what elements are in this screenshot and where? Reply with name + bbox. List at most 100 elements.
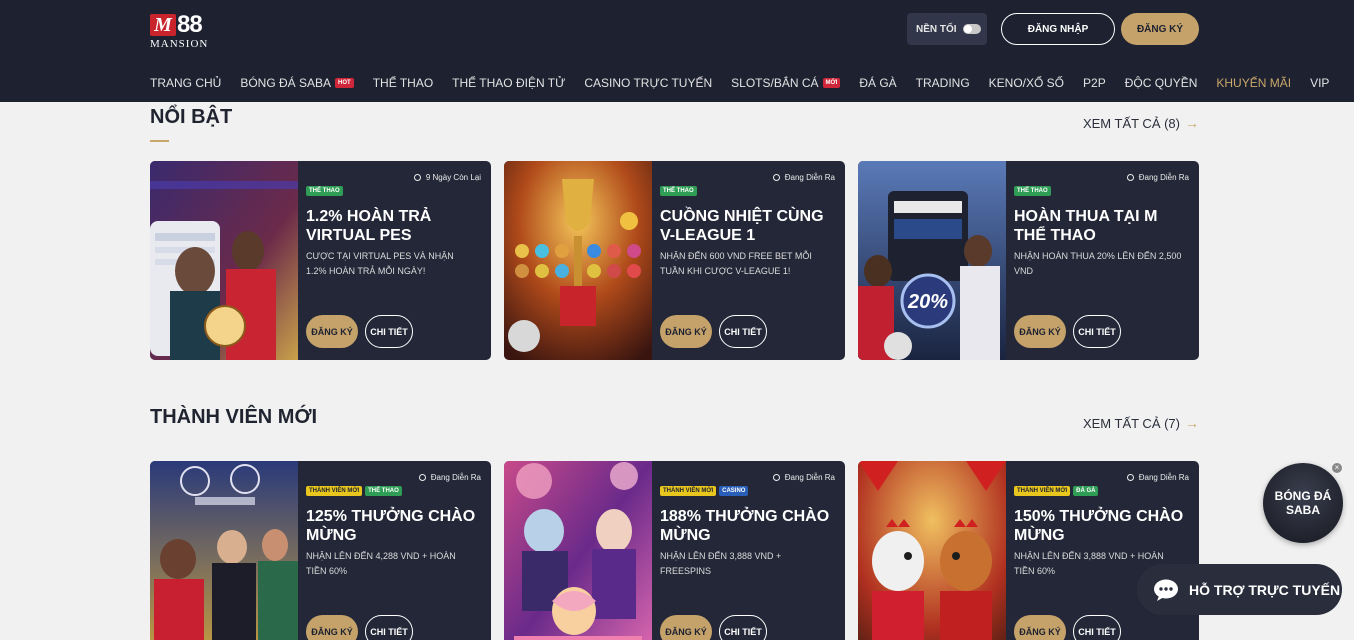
clock-icon <box>413 174 421 181</box>
promo-description: NHẬN LÊN ĐẾN 4,288 VND + HOÀN TIỀN 60% <box>306 551 456 576</box>
nav-item-promotions[interactable]: KHUYẾN MÃI <box>1216 76 1291 90</box>
nav-label: CASINO TRỰC TUYẾN <box>584 76 713 90</box>
featured-view-all-link[interactable]: XEM TẤT CẢ (8) → <box>1083 115 1199 131</box>
promo-description: NHẬN HOÀN THUA 20% LÊN ĐẾN 2,500 VND <box>1014 251 1182 276</box>
nav-item-cockfight[interactable]: ĐÁ GÀ <box>859 76 896 90</box>
promo-image-casino-welcome <box>504 461 652 640</box>
new-members-section-title: THÀNH VIÊN MỚI <box>150 406 318 428</box>
nav-label: ĐÁ GÀ <box>859 76 897 90</box>
promo-register-button[interactable]: ĐĂNG KÝ <box>660 315 712 348</box>
twenty-percent-text: 20% <box>907 291 948 313</box>
support-label: HỖ TRỢ TRỰC TUYẾN <box>1189 581 1341 598</box>
nav-label: THỂ THAO <box>372 76 434 90</box>
saba-float-button[interactable]: BÓNG ĐÁ SABA <box>1263 463 1343 543</box>
promo-image-m-sports-cashback: 20% <box>858 161 1006 360</box>
nav-item-keno[interactable]: KENO/XỔ SỐ <box>989 76 1064 90</box>
nav-label: ĐỘC QUYỀN <box>1124 76 1198 90</box>
close-icon[interactable]: × <box>1332 463 1342 473</box>
arrow-right-icon: → <box>1185 415 1199 431</box>
nav-label: BÓNG ĐÁ SABA <box>240 76 332 90</box>
status-text: Đang Diễn Ra <box>1138 473 1189 482</box>
tag-casino: CASINO <box>719 486 749 496</box>
login-button[interactable]: ĐĂNG NHẬP <box>1001 13 1115 45</box>
nav-item-slots[interactable]: SLOTS/BẮN CÁ MỚI <box>731 76 841 90</box>
promo-card[interactable]: 20% Đang Diễn Ra THỂ THAO HOÀN THUA TẠI … <box>858 161 1199 360</box>
dark-mode-toggle[interactable]: NỀN TỐI <box>907 13 987 45</box>
status-indicator: Đang Diễn Ra <box>772 173 835 182</box>
promo-image-cockfight-welcome <box>858 461 1006 640</box>
tag-cockfight: ĐÁ GÀ <box>1073 486 1099 496</box>
status-text: 9 Ngày Còn Lại <box>425 173 481 182</box>
status-text: Đang Diễn Ra <box>430 473 481 482</box>
promo-register-button[interactable]: ĐĂNG KÝ <box>660 615 712 640</box>
promo-card[interactable]: Đang Diễn Ra THÀNH VIÊN MỚI CASINO 188% … <box>504 461 845 640</box>
tag-sports: THỂ THAO <box>1014 186 1051 196</box>
nav-item-casino[interactable]: CASINO TRỰC TUYẾN <box>584 76 712 90</box>
arrow-right-icon: → <box>1185 115 1199 131</box>
nav-label: TRADING <box>915 76 970 90</box>
register-button[interactable]: ĐĂNG KÝ <box>1121 13 1199 45</box>
new-badge: MỚI <box>822 78 841 88</box>
m88-logo[interactable]: M 88 MANSION <box>150 11 216 52</box>
promo-register-button[interactable]: ĐĂNG KÝ <box>1014 315 1066 348</box>
nav-label: KHUYẾN MÃI <box>1216 76 1292 90</box>
status-indicator: Đang Diễn Ra <box>418 473 481 482</box>
nav-label: THỂ THAO ĐIỆN TỬ <box>452 76 566 90</box>
promo-card[interactable]: 9 Ngày Còn Lại THỂ THAO 1.2% HOÀN TRẢ VI… <box>150 161 491 360</box>
promo-register-button[interactable]: ĐĂNG KÝ <box>306 615 358 640</box>
status-indicator: Đang Diễn Ra <box>1126 173 1189 182</box>
nav-item-p2p[interactable]: P2P <box>1083 76 1106 90</box>
nav-label: KENO/XỔ SỐ <box>988 76 1065 90</box>
nav-item-exclusive[interactable]: ĐỘC QUYỀN <box>1125 76 1198 90</box>
promo-card[interactable]: Đang Diễn Ra THỂ THAO CUỒNG NHIỆT CÙNG V… <box>504 161 845 360</box>
promo-card[interactable]: Đang Diễn Ra THÀNH VIÊN MỚI THỂ THAO 125… <box>150 461 491 640</box>
tag-sports: THỂ THAO <box>660 186 697 196</box>
new-members-view-all-link[interactable]: XEM TẤT CẢ (7) → <box>1083 415 1199 431</box>
clock-icon <box>772 474 780 481</box>
nav-label: P2P <box>1083 76 1106 90</box>
promo-title: 150% THƯỞNG CHÀO MỪNG <box>1014 508 1184 544</box>
promo-card[interactable]: Đang Diễn Ra THÀNH VIÊN MỚI ĐÁ GÀ 150% T… <box>858 461 1199 640</box>
promo-title: 125% THƯỞNG CHÀO MỪNG <box>306 508 476 544</box>
promo-title: CUỒNG NHIỆT CÙNG V-LEAGUE 1 <box>660 208 824 244</box>
promo-description: CƯỢC TẠI VIRTUAL PES VÀ NHẬN 1.2% HOÀN T… <box>306 251 454 276</box>
promo-detail-button[interactable]: CHI TIẾT <box>1073 615 1121 640</box>
nav-item-vip[interactable]: VIP <box>1310 76 1329 90</box>
promo-register-button[interactable]: ĐĂNG KÝ <box>306 315 358 348</box>
dark-mode-label: NỀN TỐI <box>916 23 957 35</box>
saba-label-line1: BÓNG ĐÁ <box>1274 489 1332 503</box>
tag-sports: THỂ THAO <box>306 186 343 196</box>
logo-88-text: 88 <box>177 11 203 38</box>
promo-detail-button[interactable]: CHI TIẾT <box>1073 315 1121 348</box>
promo-detail-button[interactable]: CHI TIẾT <box>719 615 767 640</box>
live-support-button[interactable]: HỖ TRỢ TRỰC TUYẾN <box>1137 564 1342 615</box>
status-text: Đang Diễn Ra <box>784 473 835 482</box>
promo-detail-button[interactable]: CHI TIẾT <box>719 315 767 348</box>
nav-item-esports[interactable]: THỂ THAO ĐIỆN TỬ <box>452 76 565 90</box>
nav-label: VIP <box>1310 76 1330 90</box>
title-underline <box>150 140 169 142</box>
status-indicator: 9 Ngày Còn Lại <box>413 173 481 182</box>
status-text: Đang Diễn Ra <box>784 173 835 182</box>
nav-item-home[interactable]: TRANG CHỦ <box>150 76 221 90</box>
tag-new-member: THÀNH VIÊN MỚI <box>306 486 363 496</box>
promo-detail-button[interactable]: CHI TIẾT <box>365 315 413 348</box>
main-nav: TRANG CHỦ BÓNG ĐÁ SABA HOT THỂ THAO THỂ T… <box>150 74 1348 92</box>
promo-detail-button[interactable]: CHI TIẾT <box>365 615 413 640</box>
promo-description: NHẬN ĐẾN 600 VND FREE BET MỖI TUẦN KHI C… <box>660 251 812 276</box>
nav-item-trading[interactable]: TRADING <box>916 76 970 90</box>
nav-item-sports[interactable]: THỂ THAO <box>373 76 433 90</box>
logo-mansion-text: MANSION <box>150 38 209 50</box>
chat-bubble-icon <box>1154 579 1178 601</box>
status-text: Đang Diễn Ra <box>1138 173 1189 182</box>
nav-item-saba[interactable]: BÓNG ĐÁ SABA HOT <box>240 76 354 90</box>
status-indicator: Đang Diễn Ra <box>1126 473 1189 482</box>
clock-icon <box>418 474 426 481</box>
nav-label: SLOTS/BẮN CÁ <box>731 76 819 90</box>
promo-title: 1.2% HOÀN TRẢ VIRTUAL PES <box>306 208 432 244</box>
clock-icon <box>772 174 780 181</box>
toggle-switch-icon[interactable] <box>962 24 981 34</box>
promo-register-button[interactable]: ĐĂNG KÝ <box>1014 615 1066 640</box>
clock-icon <box>1126 474 1134 481</box>
view-all-label: XEM TẤT CẢ (8) <box>1082 115 1180 131</box>
